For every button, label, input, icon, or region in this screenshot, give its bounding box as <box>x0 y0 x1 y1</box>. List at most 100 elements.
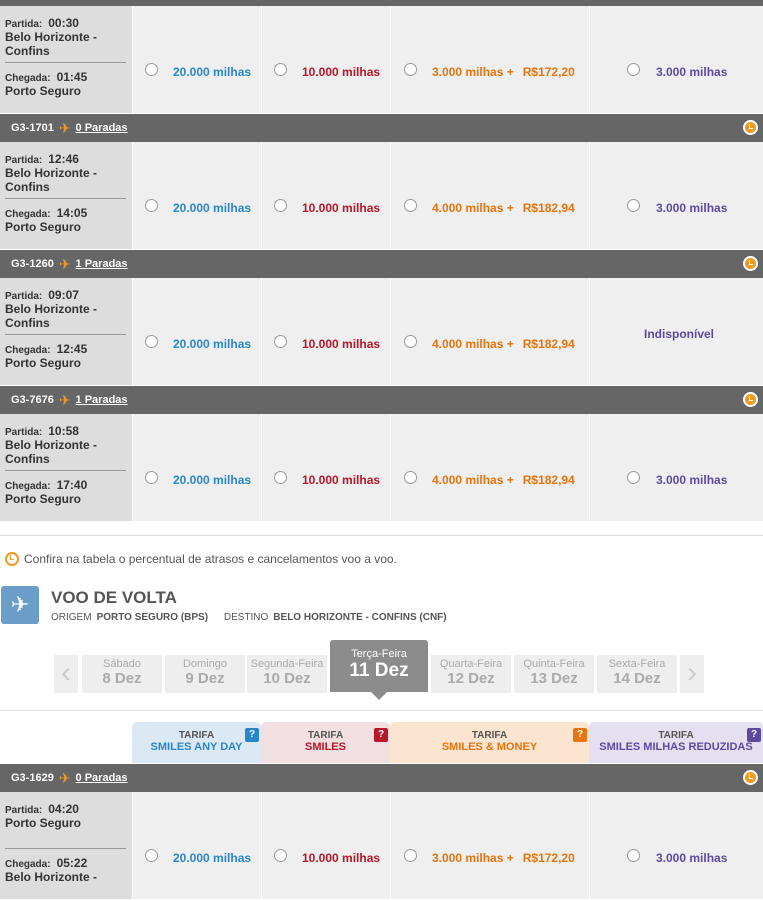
date-tab[interactable]: Domingo 9 Dez <box>165 655 245 693</box>
fare-radio[interactable] <box>145 199 158 212</box>
help-icon[interactable]: ? <box>747 728 761 742</box>
fare-smiles[interactable]: 10.000 milhas <box>261 142 390 249</box>
stops-link[interactable]: 1 Paradas <box>76 394 128 406</box>
fare-radio[interactable] <box>627 849 640 862</box>
fare-smiles-money[interactable]: 3.000 milhas + R$172,20 <box>390 6 589 113</box>
tariff-smiles: TARIFA SMILES? <box>261 722 390 763</box>
fare-radio[interactable] <box>145 471 158 484</box>
clock-icon[interactable] <box>743 256 758 271</box>
arrival-city: Porto Seguro <box>5 220 82 234</box>
fare-value: 20.000 milhas <box>173 851 252 865</box>
fare-radio[interactable] <box>274 199 287 212</box>
divider <box>0 522 763 536</box>
arrival-city: Belo Horizonte - <box>5 870 97 884</box>
fare-radio[interactable] <box>145 849 158 862</box>
day-date: 10 Dez <box>263 670 311 687</box>
separator <box>5 848 126 849</box>
arrival-city: Porto Seguro <box>5 84 82 98</box>
clock-icon[interactable] <box>743 392 758 407</box>
fare-radio[interactable] <box>404 335 417 348</box>
day-date: 13 Dez <box>530 670 578 687</box>
fare-radio[interactable] <box>145 335 158 348</box>
fare-reduced[interactable]: 3.000 milhas <box>589 6 763 113</box>
origin-label: ORIGEM <box>51 612 92 623</box>
stops-link[interactable]: 0 Paradas <box>76 122 128 134</box>
help-icon[interactable]: ? <box>245 728 259 742</box>
flight-info: Partida: 12:46 Belo Horizonte - Confins C… <box>0 142 132 249</box>
destination-label: DESTINO <box>223 612 269 623</box>
arrival-label: Chegada: <box>5 481 51 492</box>
fare-any-day[interactable]: 20.000 milhas <box>132 414 261 521</box>
fare-smiles-money[interactable]: 4.000 milhas + R$182,94 <box>390 414 589 521</box>
fare-smiles-money[interactable]: 3.000 milhas + R$172,20 <box>390 792 589 899</box>
stops-link[interactable]: 1 Paradas <box>76 258 128 270</box>
departure-time: 09:07 <box>48 288 79 302</box>
fare-smiles[interactable]: 10.000 milhas <box>261 6 390 113</box>
fare-smiles-money[interactable]: 4.000 milhas + R$182,94 <box>390 278 589 385</box>
prev-week-arrow[interactable]: ‹ <box>54 655 78 693</box>
fare-any-day[interactable]: 20.000 milhas <box>132 278 261 385</box>
arrival-time: 12:45 <box>56 342 88 356</box>
fare-radio[interactable] <box>627 199 640 212</box>
fare-radio[interactable] <box>404 199 417 212</box>
flight-code: G3-1701 <box>11 122 54 134</box>
arrival-city: Porto Seguro <box>5 492 82 506</box>
fare-any-day[interactable]: 20.000 milhas <box>132 6 261 113</box>
fare-value: 20.000 milhas <box>173 473 252 487</box>
fare-smiles[interactable]: 10.000 milhas <box>261 278 390 385</box>
tariff-label: TARIFA <box>178 730 215 741</box>
fare-radio[interactable] <box>627 63 640 76</box>
date-tab[interactable]: Segunda-Feira 10 Dez <box>247 655 327 693</box>
fare-radio[interactable] <box>145 63 158 76</box>
arrival-time: 14:05 <box>56 206 88 220</box>
fare-any-day[interactable]: 20.000 milhas <box>132 142 261 249</box>
fare-any-day[interactable]: 20.000 milhas <box>132 792 261 899</box>
help-icon[interactable]: ? <box>374 728 388 742</box>
departure-city: Belo Horizonte - Confins <box>5 438 97 466</box>
day-date: 12 Dez <box>447 670 495 687</box>
fare-radio[interactable] <box>404 471 417 484</box>
date-tab[interactable]: Sexta-Feira 14 Dez <box>597 655 677 693</box>
fare-radio[interactable] <box>274 335 287 348</box>
fare-radio[interactable] <box>627 471 640 484</box>
flight-row: Partida: 04:20 Porto Seguro Chegada: 05:22… <box>0 792 763 900</box>
day-name: Terça-Feira <box>351 648 407 660</box>
fare-value: 3.000 milhas <box>656 201 728 215</box>
flight-code: G3-1629 <box>11 772 54 784</box>
fare-reduced[interactable]: 3.000 milhas <box>589 142 763 249</box>
fare-miles: 4.000 milhas + <box>432 201 514 215</box>
clock-icon[interactable] <box>743 770 758 785</box>
tariff-name: SMILES <box>305 741 346 753</box>
flight-row: Partida: 09:07 Belo Horizonte - Confins C… <box>0 278 763 386</box>
fare-smiles-money[interactable]: 4.000 milhas + R$182,94 <box>390 142 589 249</box>
fare-miles: 4.000 milhas + <box>432 337 514 351</box>
fare-cash: R$172,20 <box>522 65 575 79</box>
fare-reduced[interactable]: 3.000 milhas <box>589 792 763 899</box>
tariff-smiles-money: TARIFA SMILES & MONEY? <box>390 722 589 763</box>
plane-icon: ✈ <box>58 769 71 786</box>
departure-label: Partida: <box>5 155 43 166</box>
fare-radio[interactable] <box>274 849 287 862</box>
destination-value: BELO HORIZONTE - CONFINS (CNF) <box>273 612 447 623</box>
date-tab[interactable]: Quinta-Feira 13 Dez <box>514 655 594 693</box>
help-icon[interactable]: ? <box>573 728 587 742</box>
fare-radio[interactable] <box>274 471 287 484</box>
date-tab-selected[interactable]: Terça-Feira 11 Dez <box>330 640 428 700</box>
fare-reduced[interactable]: 3.000 milhas <box>589 414 763 521</box>
day-date: 14 Dez <box>613 670 661 687</box>
arrival-time: 01:45 <box>56 70 88 84</box>
date-tab[interactable]: Quarta-Feira 12 Dez <box>431 655 511 693</box>
fare-smiles[interactable]: 10.000 milhas <box>261 792 390 899</box>
fare-smiles[interactable]: 10.000 milhas <box>261 414 390 521</box>
fare-radio[interactable] <box>404 849 417 862</box>
stops-link[interactable]: 0 Paradas <box>76 772 128 784</box>
fare-radio[interactable] <box>404 63 417 76</box>
tariff-label: TARIFA <box>471 730 508 741</box>
clock-icon[interactable] <box>743 120 758 135</box>
tariff-reduced: TARIFA SMILES MILHAS REDUZIDAS? <box>589 722 763 763</box>
plane-icon: ✈ <box>58 119 71 136</box>
next-week-arrow[interactable]: › <box>680 655 704 693</box>
date-tab[interactable]: Sábado 8 Dez <box>82 655 162 693</box>
fare-radio[interactable] <box>274 63 287 76</box>
departure-label: Partida: <box>5 291 43 302</box>
